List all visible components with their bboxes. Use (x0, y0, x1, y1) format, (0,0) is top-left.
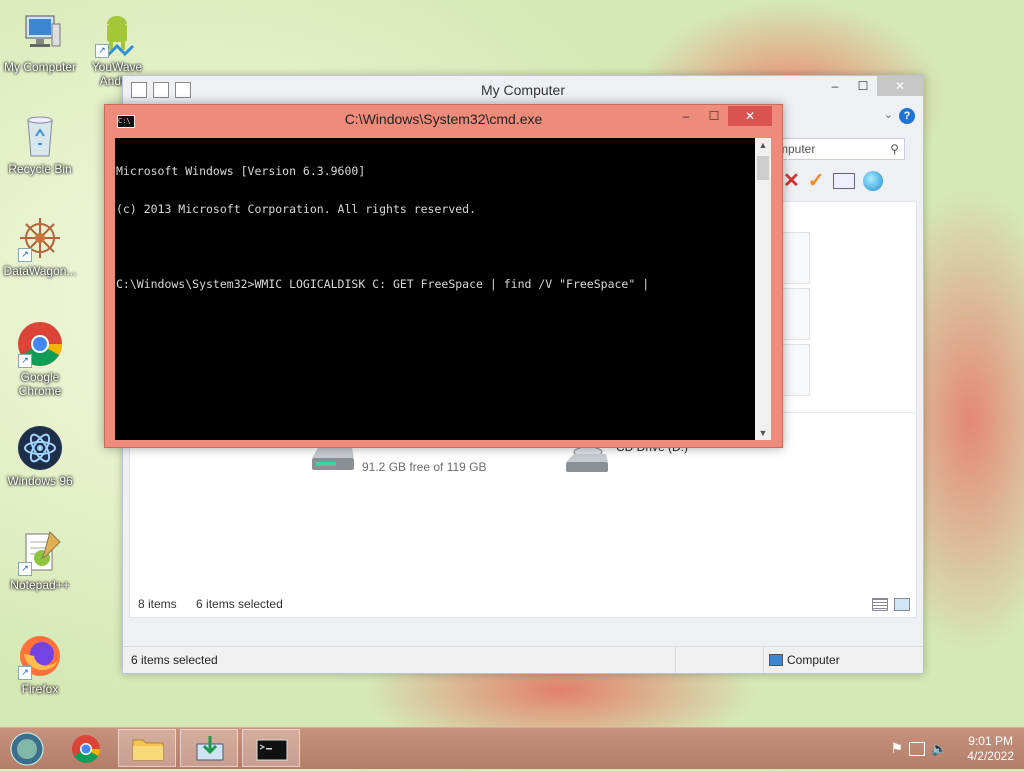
taskbar-app[interactable] (180, 729, 238, 767)
console-output[interactable]: Microsoft Windows [Version 6.3.9600] (c)… (115, 138, 756, 440)
desktop-icon-label: My Computer (3, 60, 77, 74)
start-orb-icon (10, 732, 44, 766)
explorer-title: My Computer (480, 82, 566, 98)
details-view-icon[interactable] (872, 598, 888, 611)
clock-time: 9:01 PM (968, 733, 1013, 748)
desktop-icon-label: Windows 96 (7, 474, 73, 488)
taskbar-explorer[interactable] (118, 729, 176, 767)
desktop-icon-notepad-plus-plus[interactable]: ↗ Notepad++ (0, 528, 80, 592)
start-button[interactable] (0, 729, 58, 767)
shortcut-arrow-icon: ↗ (18, 354, 32, 368)
volume-muted-icon[interactable]: 🔈 (931, 741, 947, 757)
explorer-statusbar: 6 items selected Computer (123, 646, 923, 673)
cmd-icon (256, 739, 288, 761)
network-icon[interactable] (909, 741, 926, 756)
shortcut-arrow-icon: ↗ (18, 562, 32, 576)
console-line: Microsoft Windows [Version 6.3.9600] (116, 164, 366, 178)
maximize-button[interactable]: ☐ (849, 76, 877, 96)
search-input[interactable]: mputer ⚲ (773, 138, 905, 160)
globe-icon[interactable] (862, 170, 883, 191)
close-button[interactable]: ✕ (877, 76, 923, 96)
search-placeholder: mputer (778, 142, 816, 156)
desktop-icon-recycle-bin[interactable]: Recycle Bin (0, 112, 80, 176)
status-selected: 6 items selected (131, 653, 218, 667)
desktop-icon-google-chrome[interactable]: ↗ Google Chrome (0, 320, 80, 398)
ribbon-expand-icon[interactable]: ⌄ (884, 108, 893, 121)
cmd-minimize-button[interactable]: – (672, 106, 700, 126)
download-icon (196, 736, 224, 761)
check-icon[interactable]: ✓ (808, 168, 825, 193)
action-center-flag-icon[interactable]: ⚑ (891, 740, 904, 757)
folder-icon (132, 739, 164, 761)
console-scrollbar[interactable]: ▲ ▼ (755, 138, 771, 440)
ribbon-toolbar: ✕ ✓ (783, 168, 883, 193)
scroll-down-icon[interactable]: ▼ (755, 428, 771, 438)
search-icon: ⚲ (890, 142, 899, 156)
firefox-icon: ↗ (16, 632, 64, 680)
status-location: Computer (787, 653, 840, 667)
desktop-icon-firefox[interactable]: ↗ Firefox (0, 632, 80, 696)
chrome-icon (72, 735, 100, 763)
datawagon-icon: ↗ (16, 214, 64, 262)
windows96-icon (16, 424, 64, 472)
cmd-close-button[interactable]: ✕ (728, 106, 772, 126)
cmd-maximize-button[interactable]: ☐ (700, 106, 728, 126)
desktop-icon-label: Notepad++ (10, 578, 70, 592)
console-line: C:\Windows\System32>WMIC LOGICALDISK C: … (116, 276, 650, 291)
shortcut-arrow-icon: ↗ (18, 248, 32, 262)
cmd-window[interactable]: C:\ C:\Windows\System32\cmd.exe – ☐ ✕ Mi… (104, 104, 783, 448)
android-icon: ↗ (93, 10, 141, 58)
scrollbar-thumb[interactable] (757, 156, 769, 180)
computer-icon (16, 10, 64, 58)
console-line: (c) 2013 Microsoft Corporation. All righ… (116, 201, 477, 216)
recycle-bin-icon (16, 112, 64, 160)
desktop-icon-datawagon[interactable]: ↗ DataWagon... (0, 214, 80, 278)
drive-c-free-space: 91.2 GB free of 119 GB (362, 460, 487, 474)
chrome-icon: ↗ (16, 320, 64, 368)
taskbar-cmd[interactable] (242, 729, 300, 767)
desktop-icon-label: Google Chrome (18, 370, 62, 398)
help-icon[interactable]: ? (899, 108, 915, 124)
clock[interactable]: 9:01 PM 4/2/2022 (967, 734, 1014, 764)
minimize-button[interactable]: – (821, 76, 849, 96)
explorer-titlebar[interactable]: My Computer – ☐ ✕ (123, 76, 923, 104)
desktop-icon-label: DataWagon... (3, 264, 77, 278)
selected-count: 6 items selected (196, 597, 283, 611)
clock-date: 4/2/2022 (967, 748, 1014, 763)
system-tray: ⚑ 🔈 9:01 PM 4/2/2022 (891, 728, 1014, 769)
desktop-icon-windows-96[interactable]: Windows 96 (0, 424, 80, 488)
taskbar-chrome[interactable] (58, 729, 116, 767)
taskbar: ⚑ 🔈 9:01 PM 4/2/2022 (0, 727, 1024, 769)
desktop-icon-my-computer[interactable]: My Computer (0, 10, 80, 74)
item-count: 8 items (138, 597, 177, 611)
notepad-plus-plus-icon: ↗ (16, 528, 64, 576)
desktop-icon-label: Recycle Bin (8, 162, 72, 176)
folder-tile[interactable] (782, 344, 810, 396)
delete-icon[interactable]: ✕ (783, 168, 800, 193)
shortcut-arrow-icon: ↗ (95, 44, 109, 58)
shortcut-arrow-icon: ↗ (18, 666, 32, 680)
scroll-up-icon[interactable]: ▲ (755, 140, 771, 150)
properties-card-icon[interactable] (832, 172, 855, 189)
folder-tile[interactable] (782, 288, 810, 340)
folder-tile[interactable] (782, 232, 810, 284)
computer-small-icon (769, 654, 783, 666)
large-icons-view-icon[interactable] (894, 598, 910, 611)
desktop-icon-label: Firefox (21, 682, 59, 696)
